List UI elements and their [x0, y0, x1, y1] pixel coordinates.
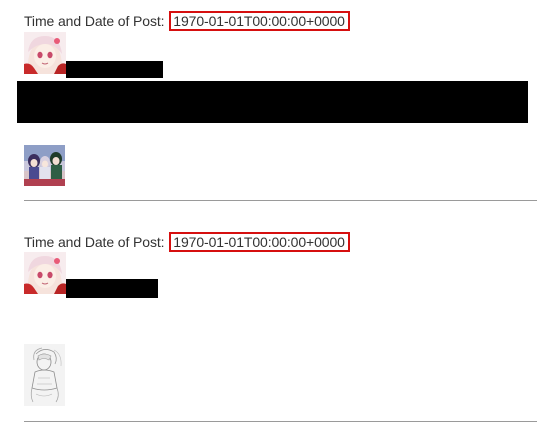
anime-girl-avatar-icon[interactable] [24, 32, 66, 74]
post-divider [24, 200, 537, 201]
post-2: Time and Date of Post: 1970-01-01T00:00:… [0, 220, 545, 435]
redacted-post-content [17, 81, 528, 123]
redacted-username [66, 61, 163, 78]
post-timestamp: 1970-01-01T00:00:00+0000 [169, 232, 350, 252]
post-timestamp: 1970-01-01T00:00:00+0000 [169, 11, 350, 31]
post-divider [24, 421, 537, 422]
redacted-username [66, 279, 158, 298]
post-time-row: Time and Date of Post: 1970-01-01T00:00:… [24, 232, 350, 252]
post-time-label: Time and Date of Post: [24, 234, 165, 250]
anime-girl-avatar-icon[interactable] [24, 252, 66, 294]
sketch-drawing-thumbnail[interactable] [24, 344, 65, 406]
post-time-row: Time and Date of Post: 1970-01-01T00:00:… [24, 11, 350, 31]
post-1: Time and Date of Post: 1970-01-01T00:00:… [0, 0, 545, 202]
group-photo-thumbnail[interactable] [24, 145, 65, 186]
post-time-label: Time and Date of Post: [24, 13, 165, 29]
